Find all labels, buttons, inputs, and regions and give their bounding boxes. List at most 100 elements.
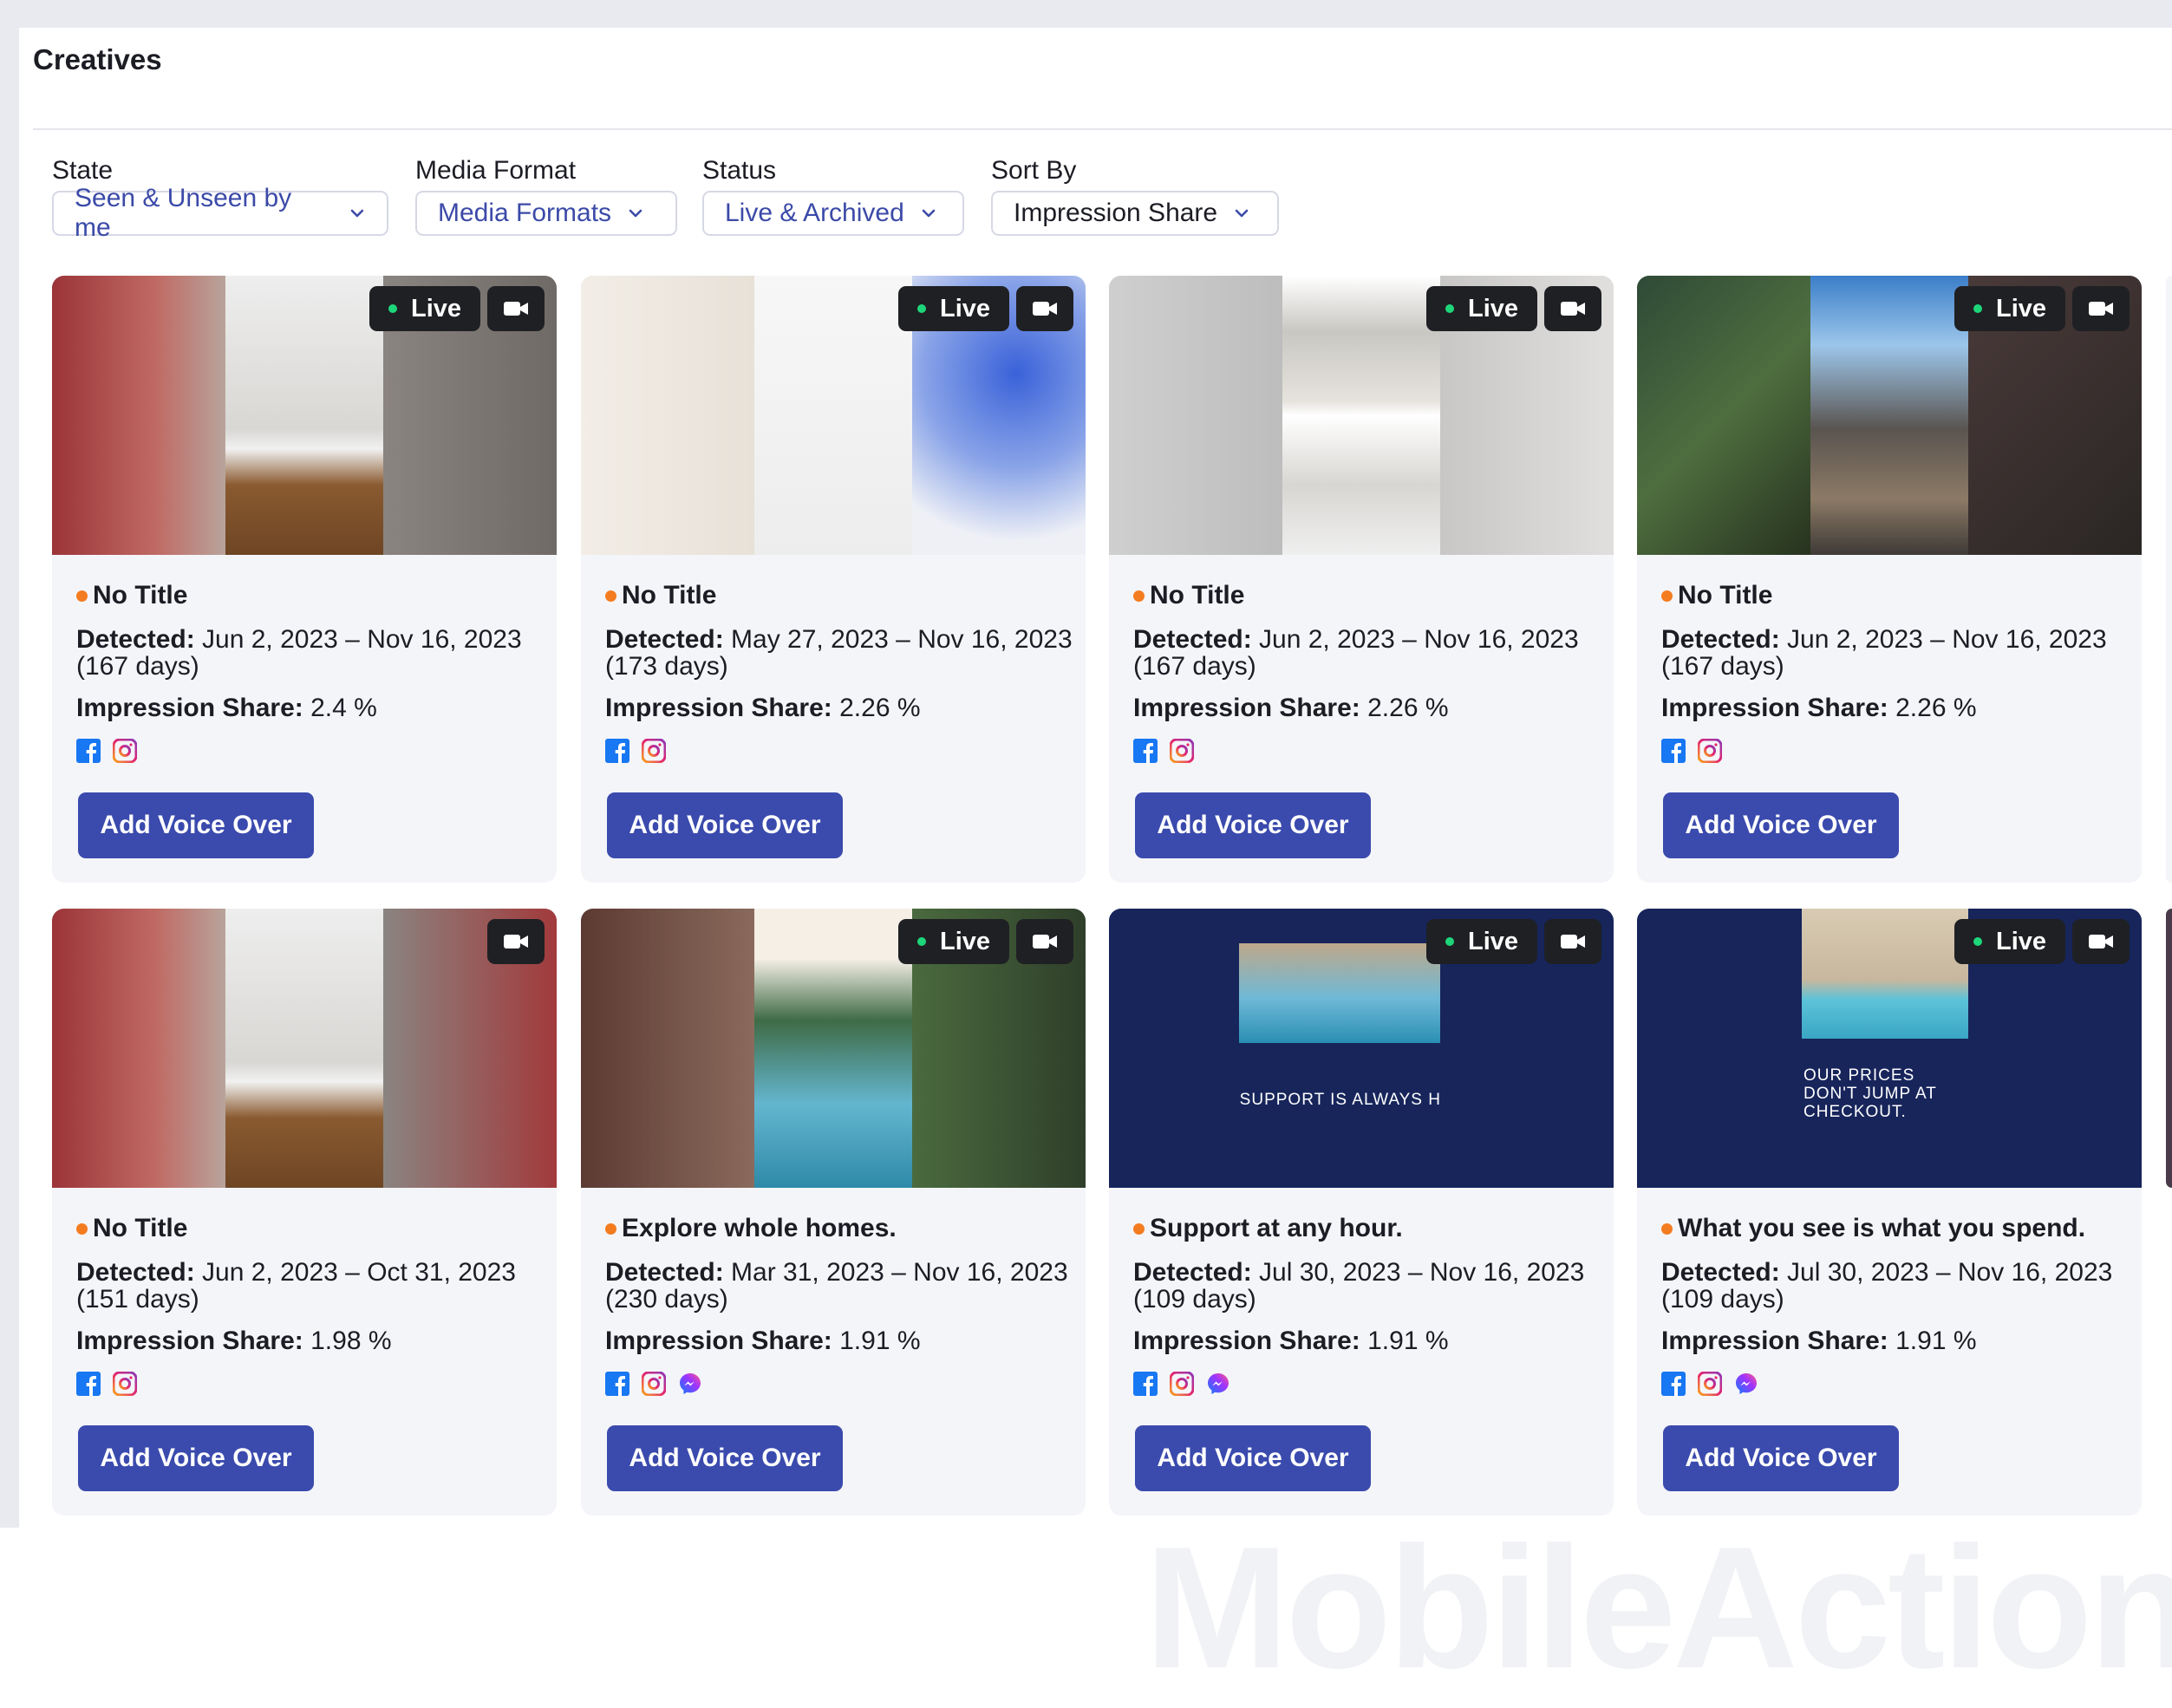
partial-card-edge: [2166, 276, 2172, 883]
creative-title-row: No Title: [1133, 581, 1244, 610]
status-dot: [76, 1222, 88, 1235]
state-dropdown[interactable]: Seen & Unseen by me: [52, 184, 388, 242]
live-badge: Live: [1954, 286, 2065, 331]
add-voice-over-button[interactable]: Add Voice Over: [1135, 1425, 1371, 1491]
creative-card[interactable]: SUPPORT IS ALWAYS HERE. Live Support at …: [1109, 909, 1614, 1516]
facebook-icon[interactable]: [76, 739, 101, 763]
detected-range: Detected: Jun 2, 2023 – Nov 16, 2023 (16…: [1661, 626, 2130, 680]
video-camera-icon: [1561, 302, 1585, 316]
impression-share-label: Impression Share:: [605, 1327, 832, 1355]
thumbnail-blur-left: [1109, 276, 1282, 555]
add-voice-over-button[interactable]: Add Voice Over: [607, 792, 843, 858]
add-voice-over-button[interactable]: Add Voice Over: [607, 1425, 843, 1491]
add-voice-over-button[interactable]: Add Voice Over: [78, 1425, 314, 1491]
live-dot: [916, 937, 926, 946]
impression-share-value: 2.26 %: [839, 694, 921, 722]
facebook-icon[interactable]: [1661, 1372, 1686, 1396]
live-label: Live: [939, 927, 991, 955]
partial-card-edge: [2166, 909, 2172, 1188]
sort-by-dropdown[interactable]: Impression Share: [991, 191, 1279, 236]
live-label: Live: [1467, 294, 1519, 323]
creative-thumbnail[interactable]: Live: [52, 276, 557, 555]
detected-range: Detected: Jun 2, 2023 – Nov 16, 2023 (16…: [76, 626, 545, 680]
platform-icons: [1661, 738, 1723, 764]
creative-title-row: No Title: [76, 1214, 187, 1243]
live-badge: Live: [369, 286, 480, 331]
messenger-icon[interactable]: [678, 1372, 702, 1396]
live-label: Live: [410, 294, 462, 323]
video-badge: [487, 919, 545, 964]
thumbnail-frame: [1282, 276, 1440, 555]
creative-thumbnail[interactable]: Live: [581, 909, 1086, 1188]
status-dot: [1661, 1222, 1673, 1235]
video-camera-icon: [1561, 935, 1585, 949]
chevron-down-icon: [922, 209, 936, 218]
creative-card[interactable]: No Title Detected: Jun 2, 2023 – Oct 31,…: [52, 909, 557, 1516]
creative-thumbnail[interactable]: [52, 909, 557, 1188]
platform-icons: [605, 738, 667, 764]
platform-icons: [1661, 1371, 1758, 1397]
add-voice-over-button[interactable]: Add Voice Over: [1663, 792, 1899, 858]
filter-label-state: State: [52, 156, 114, 185]
instagram-icon[interactable]: [641, 738, 667, 764]
add-voice-over-button[interactable]: Add Voice Over: [78, 792, 314, 858]
video-camera-icon: [1033, 302, 1057, 316]
filter-label-media-format: Media Format: [415, 156, 577, 185]
status-dot: [76, 590, 88, 602]
facebook-icon[interactable]: [1661, 739, 1686, 763]
live-label: Live: [1995, 927, 2047, 955]
video-badge: [1544, 919, 1601, 964]
status-dropdown[interactable]: Live & Archived: [702, 191, 964, 236]
instagram-icon[interactable]: [1697, 738, 1723, 764]
chevron-down-icon: [350, 209, 364, 218]
impression-share-label: Impression Share:: [1133, 1327, 1360, 1355]
creative-card[interactable]: Live No Title Detected: Jun 2, 2023 – No…: [1109, 276, 1614, 883]
facebook-icon[interactable]: [1133, 1372, 1158, 1396]
creative-title: What you see is what you spend.: [1678, 1214, 2086, 1242]
facebook-icon[interactable]: [605, 1372, 629, 1396]
messenger-icon[interactable]: [1734, 1372, 1758, 1396]
creative-card[interactable]: Live Explore whole homes. Detected: Mar …: [581, 909, 1086, 1516]
creative-thumbnail[interactable]: SUPPORT IS ALWAYS HERE. Live: [1109, 909, 1614, 1188]
status-dot: [1133, 590, 1145, 602]
instagram-icon[interactable]: [1697, 1371, 1723, 1397]
creative-title: No Title: [1150, 581, 1245, 610]
status-dot: [1661, 590, 1673, 602]
impression-share-value: 2.26 %: [1367, 694, 1449, 722]
add-voice-over-button[interactable]: Add Voice Over: [1663, 1425, 1899, 1491]
add-voice-over-button[interactable]: Add Voice Over: [1135, 792, 1371, 858]
state-dropdown-value: Seen & Unseen by me: [75, 184, 292, 242]
sort-by-dropdown-value: Impression Share: [1014, 199, 1218, 227]
thumbnail-frame: [754, 909, 912, 1188]
media-format-dropdown[interactable]: Media Formats: [415, 191, 677, 236]
creative-card[interactable]: Live No Title Detected: May 27, 2023 – N…: [581, 276, 1086, 883]
detected-label: Detected:: [605, 625, 724, 654]
facebook-icon[interactable]: [76, 1372, 101, 1396]
section-title: Creatives: [33, 43, 162, 75]
creative-card[interactable]: Live No Title Detected: Jun 2, 2023 – No…: [1637, 276, 2142, 883]
instagram-icon[interactable]: [112, 738, 138, 764]
thumbnail-blur-left: [52, 276, 225, 555]
platform-icons: [76, 738, 138, 764]
instagram-icon[interactable]: [641, 1371, 667, 1397]
detected-label: Detected:: [1133, 625, 1252, 654]
messenger-icon[interactable]: [1206, 1372, 1230, 1396]
facebook-icon[interactable]: [1133, 739, 1158, 763]
instagram-icon[interactable]: [112, 1371, 138, 1397]
facebook-icon[interactable]: [605, 739, 629, 763]
creative-thumbnail[interactable]: OUR PRICES DON'T JUMP AT CHECKOUT. Live: [1637, 909, 2142, 1188]
instagram-icon[interactable]: [1169, 738, 1195, 764]
thumbnail-frame: [225, 909, 383, 1188]
detected-range: Detected: Jun 2, 2023 – Oct 31, 2023 (15…: [76, 1259, 545, 1313]
live-dot: [1445, 937, 1454, 946]
creative-card[interactable]: OUR PRICES DON'T JUMP AT CHECKOUT. Live …: [1637, 909, 2142, 1516]
creative-card[interactable]: Live No Title Detected: Jun 2, 2023 – No…: [52, 276, 557, 883]
creative-title-row: Explore whole homes.: [605, 1214, 897, 1243]
instagram-icon[interactable]: [1169, 1371, 1195, 1397]
thumbnail-frame: [754, 276, 912, 555]
live-badge: Live: [898, 286, 1009, 331]
creative-thumbnail[interactable]: Live: [581, 276, 1086, 555]
creative-thumbnail[interactable]: Live: [1637, 276, 2142, 555]
creative-thumbnail[interactable]: Live: [1109, 276, 1614, 555]
impression-share-label: Impression Share:: [1661, 1327, 1888, 1355]
